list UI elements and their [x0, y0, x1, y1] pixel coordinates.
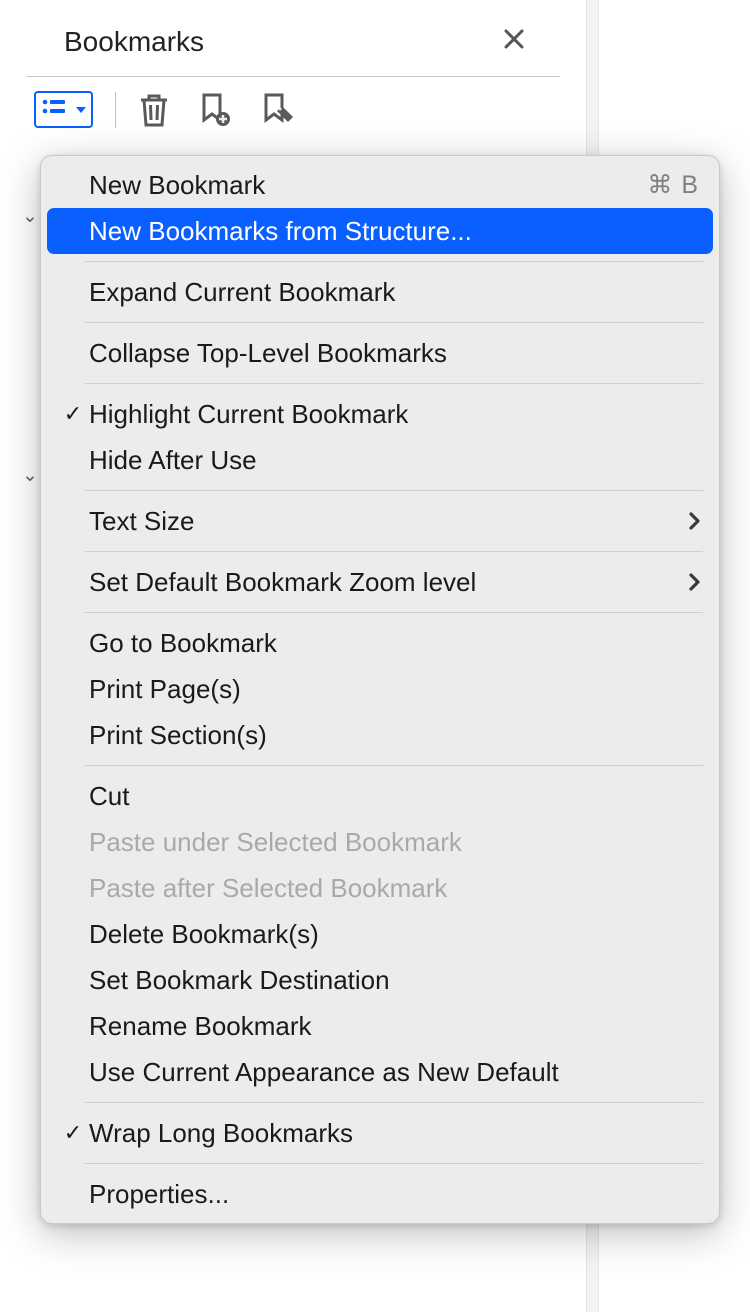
menu-item-text-size[interactable]: Text Size [47, 498, 713, 544]
list-icon [41, 96, 69, 123]
panel-toolbar [0, 77, 586, 134]
menu-separator [85, 322, 703, 323]
menu-item-label: Go to Bookmark [89, 628, 703, 659]
menu-item-print-sections[interactable]: Print Section(s) [47, 712, 713, 758]
menu-item-delete-bookmarks[interactable]: Delete Bookmark(s) [47, 911, 713, 957]
bookmarks-options-menu: New Bookmark ⌘ B New Bookmarks from Stru… [40, 155, 720, 1224]
menu-separator [85, 1102, 703, 1103]
menu-item-label: Highlight Current Bookmark [89, 399, 703, 430]
menu-separator [85, 765, 703, 766]
menu-item-label: Set Default Bookmark Zoom level [89, 567, 689, 598]
menu-item-label: Rename Bookmark [89, 1011, 703, 1042]
menu-item-label: Expand Current Bookmark [89, 277, 703, 308]
menu-item-label: Collapse Top-Level Bookmarks [89, 338, 703, 369]
chevron-right-icon [689, 567, 703, 598]
menu-item-label: Wrap Long Bookmarks [89, 1118, 703, 1149]
chevron-right-icon [689, 506, 703, 537]
menu-item-label: Text Size [89, 506, 689, 537]
trash-icon[interactable] [138, 92, 170, 128]
menu-item-paste-after-selected-bookmark: Paste after Selected Bookmark [47, 865, 713, 911]
toolbar-divider [115, 92, 116, 128]
menu-separator [85, 1163, 703, 1164]
menu-item-hide-after-use[interactable]: Hide After Use [47, 437, 713, 483]
menu-separator [85, 612, 703, 613]
menu-separator [85, 383, 703, 384]
chevron-down-icon: ⌄ [22, 205, 38, 228]
checkmark-icon: ✓ [57, 1120, 89, 1146]
menu-separator [85, 551, 703, 552]
menu-item-rename-bookmark[interactable]: Rename Bookmark [47, 1003, 713, 1049]
chevron-down-icon [76, 107, 86, 113]
menu-item-properties[interactable]: Properties... [47, 1171, 713, 1217]
menu-item-new-bookmark[interactable]: New Bookmark ⌘ B [47, 162, 713, 208]
menu-item-label: Delete Bookmark(s) [89, 919, 703, 950]
menu-item-collapse-top-level-bookmarks[interactable]: Collapse Top-Level Bookmarks [47, 330, 713, 376]
menu-item-label: Use Current Appearance as New Default [89, 1057, 703, 1088]
menu-item-label: Print Section(s) [89, 720, 703, 751]
menu-item-set-default-bookmark-zoom-level[interactable]: Set Default Bookmark Zoom level [47, 559, 713, 605]
menu-item-label: Hide After Use [89, 445, 703, 476]
menu-item-label: Cut [89, 781, 703, 812]
menu-item-label: New Bookmark [89, 170, 647, 201]
chevron-down-icon: ⌄ [22, 464, 38, 487]
menu-item-paste-under-selected-bookmark: Paste under Selected Bookmark [47, 819, 713, 865]
menu-item-set-bookmark-destination[interactable]: Set Bookmark Destination [47, 957, 713, 1003]
menu-separator [85, 490, 703, 491]
menu-item-label: Set Bookmark Destination [89, 965, 703, 996]
menu-item-new-bookmarks-from-structure[interactable]: New Bookmarks from Structure... [47, 208, 713, 254]
panel-title: Bookmarks [64, 26, 204, 58]
menu-item-use-current-appearance-as-new-default[interactable]: Use Current Appearance as New Default [47, 1049, 713, 1095]
menu-item-shortcut: ⌘ B [647, 170, 703, 200]
menu-item-expand-current-bookmark[interactable]: Expand Current Bookmark [47, 269, 713, 315]
options-dropdown-button[interactable] [34, 91, 93, 128]
menu-item-highlight-current-bookmark[interactable]: ✓ Highlight Current Bookmark [47, 391, 713, 437]
bookmark-add-icon[interactable] [198, 92, 232, 128]
close-icon[interactable] [502, 27, 526, 57]
tree-disclosure-hints: ⌄ ⌄ [22, 205, 38, 487]
bookmark-tag-icon[interactable] [260, 92, 294, 128]
menu-item-label: Properties... [89, 1179, 703, 1210]
menu-item-label: Paste under Selected Bookmark [89, 827, 703, 858]
menu-item-wrap-long-bookmarks[interactable]: ✓ Wrap Long Bookmarks [47, 1110, 713, 1156]
menu-item-label: New Bookmarks from Structure... [89, 216, 703, 247]
panel-header: Bookmarks [26, 12, 560, 77]
menu-item-label: Paste after Selected Bookmark [89, 873, 703, 904]
menu-item-print-pages[interactable]: Print Page(s) [47, 666, 713, 712]
menu-separator [85, 261, 703, 262]
menu-item-label: Print Page(s) [89, 674, 703, 705]
menu-item-go-to-bookmark[interactable]: Go to Bookmark [47, 620, 713, 666]
checkmark-icon: ✓ [57, 401, 89, 427]
menu-item-cut[interactable]: Cut [47, 773, 713, 819]
